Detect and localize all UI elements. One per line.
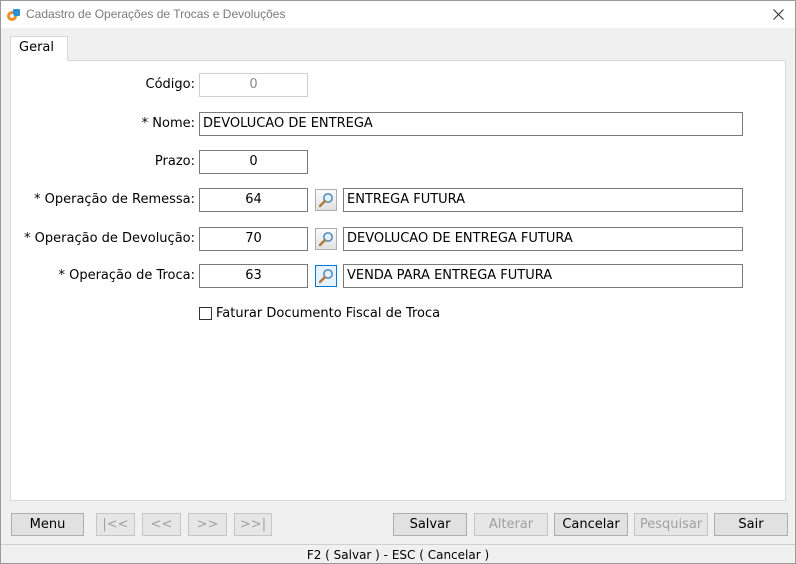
prazo-label: Prazo: [154,154,195,169]
devolucao-lookup-button[interactable] [315,228,337,250]
troca-code-field[interactable]: 63 [199,264,308,288]
remessa-code-field[interactable]: 64 [199,188,308,212]
nome-label: * Nome: [141,116,195,131]
close-icon [772,9,784,20]
dialog-window: Cadastro de Operações de Trocas e Devolu… [0,0,796,564]
previous-record-button[interactable]: << [142,513,181,536]
status-bar: F2 ( Salvar ) - ESC ( Cancelar ) [1,544,795,564]
save-button[interactable]: Salvar [393,513,467,536]
last-record-button[interactable]: >>| [234,513,272,536]
troca-lookup-button[interactable] [315,265,337,287]
close-button[interactable] [761,1,795,28]
magnifier-icon [318,232,333,247]
troca-label: * Operação de Troca: [58,268,195,283]
faturar-checkbox-label: Faturar Documento Fiscal de Troca [216,306,441,321]
first-record-button[interactable]: |<< [96,513,135,536]
title-bar: Cadastro de Operações de Trocas e Devolu… [1,1,795,28]
exit-button[interactable]: Sair [714,513,788,536]
devolucao-label: * Operação de Devolução: [24,231,195,246]
faturar-checkbox-row[interactable]: Faturar Documento Fiscal de Troca [199,306,440,321]
prazo-field[interactable]: 0 [199,150,308,174]
window-title: Cadastro de Operações de Trocas e Devolu… [26,7,286,21]
remessa-description-field[interactable]: ENTREGA FUTURA [343,188,743,212]
faturar-checkbox[interactable] [199,307,212,320]
edit-button[interactable]: Alterar [474,513,548,536]
tab-geral[interactable]: Geral [10,36,68,61]
magnifier-icon [318,193,333,208]
search-button[interactable]: Pesquisar [634,513,708,536]
devolucao-code-field[interactable]: 70 [199,227,308,251]
remessa-label: * Operação de Remessa: [33,192,195,207]
menu-button[interactable]: Menu [11,513,84,536]
codigo-field[interactable]: 0 [199,73,308,97]
magnifier-icon [318,269,333,284]
devolucao-description-field[interactable]: DEVOLUCAO DE ENTREGA FUTURA [343,227,743,251]
remessa-lookup-button[interactable] [315,189,337,211]
cancel-button[interactable]: Cancelar [554,513,628,536]
codigo-label: Código: [145,77,195,92]
troca-description-field[interactable]: VENDA PARA ENTREGA FUTURA [343,264,743,288]
app-icon [7,9,20,21]
next-record-button[interactable]: >> [188,513,227,536]
nome-field[interactable]: DEVOLUCAO DE ENTREGA [199,112,743,136]
